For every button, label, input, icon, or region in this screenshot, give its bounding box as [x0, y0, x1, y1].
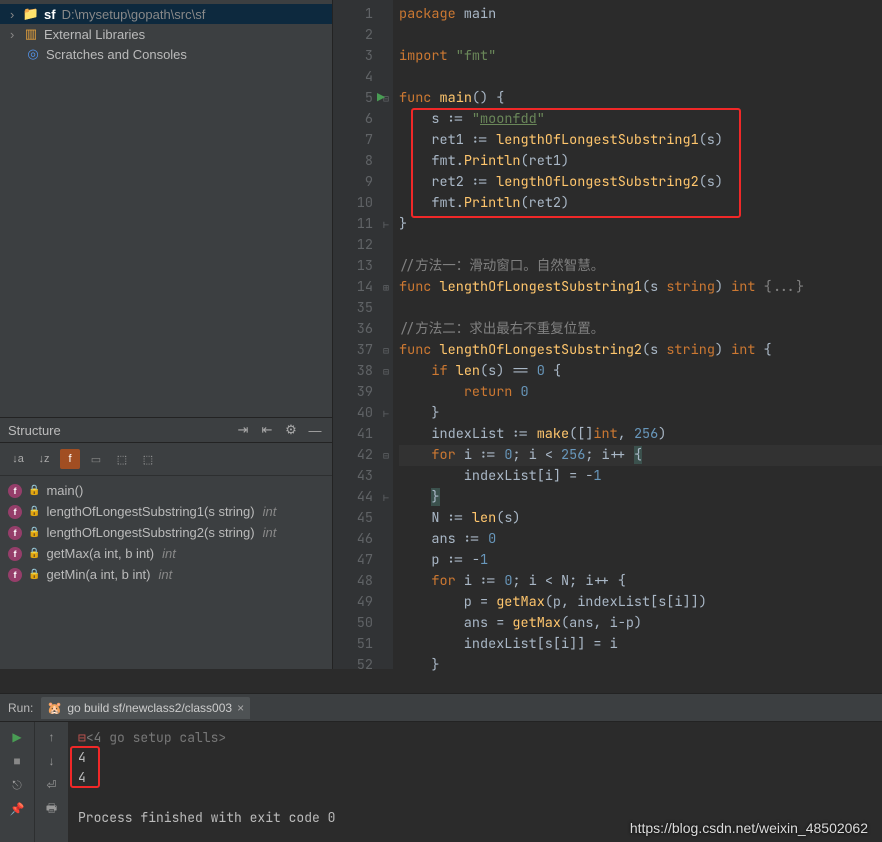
- caret-icon: ›: [10, 27, 18, 42]
- structure-item-name: getMax(a int, b int): [46, 546, 154, 561]
- structure-item-name: lengthOfLongestSubstring2(s string): [46, 525, 254, 540]
- run-tab[interactable]: 🐹 go build sf/newclass2/class003 ×: [41, 697, 250, 719]
- sort-visibility-icon[interactable]: ↓z: [34, 449, 54, 469]
- project-root-name: sf: [44, 7, 56, 22]
- go-icon: 🐹: [47, 701, 62, 715]
- structure-title: Structure: [8, 423, 228, 438]
- exit-icon[interactable]: ⎋: [8, 776, 26, 794]
- structure-toolbar: ↓a ↓z f ▭ ⬚ ⬚: [0, 443, 332, 476]
- autoscroll-from-icon[interactable]: ⬚: [138, 449, 158, 469]
- project-tree: › 📁 sf D:\mysetup\gopath\src\sf › ▥ Exte…: [0, 0, 332, 68]
- project-root-path: D:\mysetup\gopath\src\sf: [62, 7, 206, 22]
- pin-icon[interactable]: 📌: [8, 800, 26, 818]
- console-line: 4: [78, 748, 872, 768]
- watermark: https://blog.csdn.net/weixin_48502062: [630, 820, 868, 836]
- folder-icon: 📁: [24, 7, 38, 21]
- project-panel: › 📁 sf D:\mysetup\gopath\src\sf › ▥ Exte…: [0, 0, 333, 669]
- lock-icon: 🔒: [28, 527, 40, 538]
- structure-item-name: main(): [46, 483, 83, 498]
- function-badge-icon: f: [8, 547, 22, 561]
- caret-icon: ›: [10, 7, 18, 22]
- project-node-scratches[interactable]: ◎ Scratches and Consoles: [0, 44, 332, 64]
- console-line: 4: [78, 768, 872, 788]
- gear-icon[interactable]: ⚙: [282, 421, 300, 439]
- code-area[interactable]: package main import "fmt" func main() { …: [393, 0, 882, 669]
- structure-header: Structure ⇥ ⇤ ⚙ —: [0, 417, 332, 443]
- code-editor[interactable]: 12345▶6789101112131435363738394041424344…: [333, 0, 882, 669]
- structure-item[interactable]: f 🔒 getMin(a int, b int) int: [0, 564, 332, 585]
- lock-icon: 🔒: [28, 569, 40, 580]
- console-line: ⊟<4 go setup calls>: [78, 728, 872, 748]
- project-node-external[interactable]: › ▥ External Libraries: [0, 24, 332, 44]
- rerun-icon[interactable]: ▶: [8, 728, 26, 746]
- function-badge-icon: f: [8, 526, 22, 540]
- filter-icon[interactable]: f: [60, 449, 80, 469]
- group-icon[interactable]: ▭: [86, 449, 106, 469]
- sort-alpha-icon[interactable]: ↓a: [8, 449, 28, 469]
- project-root[interactable]: › 📁 sf D:\mysetup\gopath\src\sf: [0, 4, 332, 24]
- structure-item-sig: int: [263, 504, 277, 519]
- structure-item[interactable]: f 🔒 lengthOfLongestSubstring2(s string) …: [0, 522, 332, 543]
- library-icon: ▥: [24, 27, 38, 41]
- run-tab-label: go build sf/newclass2/class003: [67, 701, 232, 715]
- expand-all-icon[interactable]: ⇥: [234, 421, 252, 439]
- editor-gutter: 12345▶6789101112131435363738394041424344…: [333, 0, 379, 669]
- up-icon[interactable]: ↑: [43, 728, 61, 746]
- tree-label: External Libraries: [44, 27, 145, 42]
- collapse-all-icon[interactable]: ⇤: [258, 421, 276, 439]
- minimize-icon[interactable]: —: [306, 421, 324, 439]
- lock-icon: 🔒: [28, 506, 40, 517]
- structure-item[interactable]: f 🔒 main(): [0, 480, 332, 501]
- stop-icon[interactable]: ■: [8, 752, 26, 770]
- run-toolbar-right: ↑ ↓ ⏎ 🖶: [34, 722, 68, 842]
- autoscroll-icon[interactable]: ⬚: [112, 449, 132, 469]
- function-badge-icon: f: [8, 505, 22, 519]
- soft-wrap-icon[interactable]: ⏎: [43, 776, 61, 794]
- structure-item-sig: int: [162, 546, 176, 561]
- scratch-icon: ◎: [26, 47, 40, 61]
- down-icon[interactable]: ↓: [43, 752, 61, 770]
- structure-item[interactable]: f 🔒 getMax(a int, b int) int: [0, 543, 332, 564]
- structure-item[interactable]: f 🔒 lengthOfLongestSubstring1(s string) …: [0, 501, 332, 522]
- console-line: [78, 788, 872, 808]
- function-badge-icon: f: [8, 568, 22, 582]
- structure-item-name: lengthOfLongestSubstring1(s string): [46, 504, 254, 519]
- structure-list: f 🔒 main() f 🔒 lengthOfLongestSubstring1…: [0, 476, 332, 589]
- lock-icon: 🔒: [28, 485, 40, 496]
- print-icon[interactable]: 🖶: [43, 800, 61, 818]
- run-tabbar: Run: 🐹 go build sf/newclass2/class003 ×: [0, 694, 882, 722]
- close-icon[interactable]: ×: [237, 701, 244, 715]
- structure-item-name: getMin(a int, b int): [46, 567, 150, 582]
- function-badge-icon: f: [8, 484, 22, 498]
- structure-item-sig: int: [263, 525, 277, 540]
- tree-label: Scratches and Consoles: [46, 47, 187, 62]
- lock-icon: 🔒: [28, 548, 40, 559]
- run-toolbar-left: ▶ ■ ⎋ 📌: [0, 722, 34, 842]
- structure-item-sig: int: [159, 567, 173, 582]
- run-label: Run:: [8, 701, 33, 715]
